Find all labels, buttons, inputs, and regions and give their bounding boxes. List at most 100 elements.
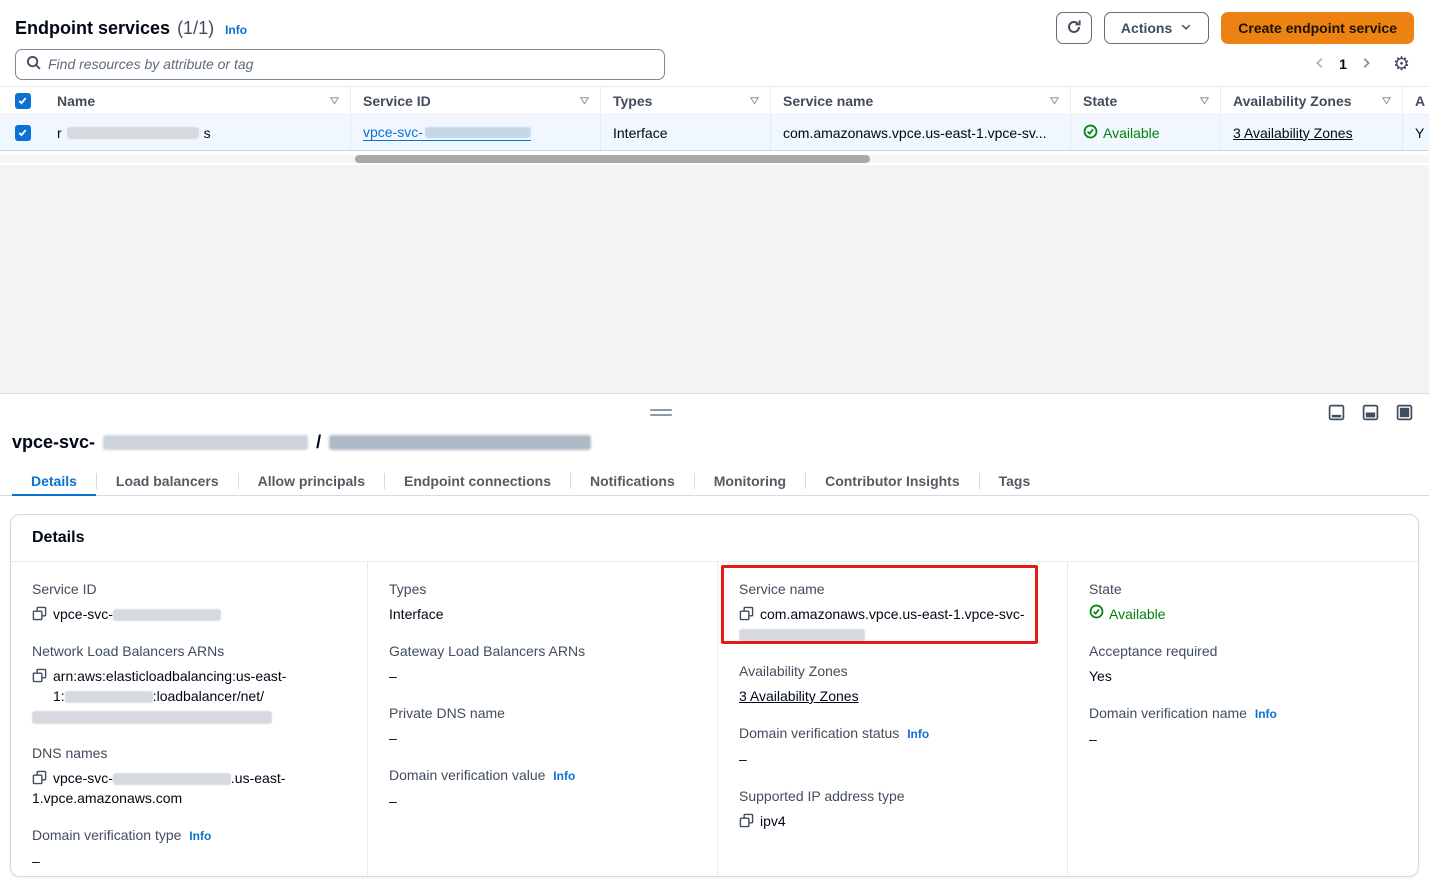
field-domain-verification-type: Domain verification type Info – [32, 825, 347, 871]
availability-zones-link[interactable]: 3 Availability Zones [739, 688, 859, 704]
details-column-1: Service ID vpce-svc- Network Load Balanc… [11, 562, 367, 877]
page-next-icon[interactable] [1359, 56, 1373, 73]
chevron-down-icon [1180, 20, 1192, 36]
column-label: Availability Zones [1233, 93, 1352, 109]
column-header-state[interactable]: State [1070, 87, 1220, 114]
tab-allow-principals[interactable]: Allow principals [239, 466, 384, 495]
cell-service-id: vpce-svc- [350, 115, 600, 150]
filter-icon[interactable] [579, 93, 590, 109]
details-column-2: Types Interface Gateway Load Balancers A… [367, 562, 717, 877]
filter-icon[interactable] [1199, 93, 1210, 109]
field-label-text: Network Load Balancers ARNs [32, 643, 224, 659]
details-card: Details Service ID vpce-svc- Network Loa… [10, 514, 1419, 877]
row-checkbox[interactable] [15, 125, 31, 141]
service-id-text: vpce-svc- [363, 124, 423, 140]
info-link[interactable]: Info [553, 769, 575, 783]
search-box[interactable] [15, 49, 665, 80]
field-label-text: State [1089, 581, 1122, 597]
copy-icon[interactable] [739, 606, 755, 622]
filter-icon[interactable] [1381, 93, 1392, 109]
field-value-text: – [389, 793, 397, 809]
field-value-text: – [389, 668, 397, 684]
state-text: Available [1103, 125, 1160, 141]
copy-icon[interactable] [739, 813, 755, 829]
tab-label: Notifications [590, 473, 675, 489]
name-fragment: s [204, 125, 211, 141]
redacted-value [65, 691, 153, 703]
horizontal-scrollbar[interactable] [355, 155, 870, 163]
column-header-types[interactable]: Types [600, 87, 770, 114]
tab-monitoring[interactable]: Monitoring [695, 466, 805, 495]
header-checkbox-cell [0, 87, 45, 114]
cell-state: Available [1070, 115, 1220, 150]
column-header-name[interactable]: Name [45, 87, 350, 114]
truncated-cell-text: Y [1415, 125, 1424, 141]
tab-label: Load balancers [116, 473, 219, 489]
column-header-availability-zones[interactable]: Availability Zones [1220, 87, 1402, 114]
copy-icon[interactable] [32, 668, 48, 684]
availability-zones-link[interactable]: 3 Availability Zones [1233, 125, 1353, 141]
field-domain-verification-value: Domain verification value Info – [389, 765, 697, 811]
filter-icon[interactable] [329, 93, 340, 109]
info-link[interactable]: Info [907, 727, 929, 741]
field-value-text: :loadbalancer/net/ [153, 688, 264, 704]
field-label-text: Domain verification name [1089, 705, 1247, 721]
page-count: (1/1) [177, 18, 214, 39]
tab-load-balancers[interactable]: Load balancers [97, 466, 238, 495]
column-header-truncated[interactable]: A [1402, 87, 1429, 114]
copy-icon[interactable] [32, 606, 48, 622]
cell-name: rs [45, 115, 350, 150]
tab-label: Monitoring [714, 473, 786, 489]
column-header-service-id[interactable]: Service ID [350, 87, 600, 114]
page-header: Endpoint services (1/1) Info Actions Cre… [0, 0, 1429, 46]
info-link[interactable]: Info [1255, 707, 1277, 721]
search-input[interactable] [48, 56, 654, 72]
info-link[interactable]: Info [189, 829, 211, 843]
page-number[interactable]: 1 [1339, 56, 1347, 72]
tab-contributor-insights[interactable]: Contributor Insights [806, 466, 979, 495]
split-panel-drag-handle[interactable] [650, 409, 672, 419]
field-value-text: Yes [1089, 668, 1112, 684]
tab-notifications[interactable]: Notifications [571, 466, 694, 495]
info-link[interactable]: Info [225, 23, 247, 37]
details-card-header: Details [11, 515, 1418, 562]
panel-position-half-icon[interactable] [1361, 403, 1379, 421]
tab-label: Endpoint connections [404, 473, 551, 489]
endpoint-services-table: Name Service ID Types Service name State… [0, 86, 1429, 165]
actions-button[interactable]: Actions [1104, 12, 1209, 44]
tab-details[interactable]: Details [12, 466, 96, 495]
details-card-title: Details [32, 529, 84, 547]
tab-tags[interactable]: Tags [980, 466, 1050, 495]
field-service-name: Service name com.amazonaws.vpce.us-east-… [739, 579, 1047, 644]
table-header-row: Name Service ID Types Service name State… [0, 86, 1429, 115]
filter-icon[interactable] [749, 93, 760, 109]
create-endpoint-service-button[interactable]: Create endpoint service [1221, 12, 1414, 44]
service-id-link[interactable]: vpce-svc- [363, 124, 531, 141]
field-value-text: com.amazonaws.vpce.us-east-1.vpce-svc- [760, 606, 1025, 622]
cell-types: Interface [600, 115, 770, 150]
copy-icon[interactable] [32, 770, 48, 786]
table-row[interactable]: rs vpce-svc- Interface com.amazonaws.vpc… [0, 115, 1429, 151]
panel-position-side-icon[interactable] [1395, 403, 1413, 421]
tab-label: Details [31, 473, 77, 489]
filter-icon[interactable] [1049, 93, 1060, 109]
horizontal-scroll-zone [0, 153, 1429, 165]
redacted-name [67, 127, 199, 139]
refresh-button[interactable] [1056, 12, 1092, 44]
empty-table-area [0, 165, 1429, 399]
select-all-checkbox[interactable] [15, 93, 31, 109]
field-label-text: Supported IP address type [739, 788, 905, 804]
column-header-service-name[interactable]: Service name [770, 87, 1070, 114]
settings-gear-icon[interactable]: ⚙ [1393, 55, 1410, 74]
column-label: Service name [783, 93, 873, 109]
panel-position-bottom-icon[interactable] [1327, 403, 1345, 421]
details-column-4: State Available Acceptance required Yes [1067, 562, 1418, 877]
detail-panel-title: vpce-svc- / [12, 432, 591, 453]
field-value-text: ipv4 [760, 813, 786, 829]
page-prev-icon[interactable] [1313, 56, 1327, 73]
tab-endpoint-connections[interactable]: Endpoint connections [385, 466, 570, 495]
field-label-text: Domain verification value [389, 767, 545, 783]
column-label: State [1083, 93, 1117, 109]
field-label-text: Availability Zones [739, 663, 848, 679]
redacted-value [32, 711, 272, 724]
